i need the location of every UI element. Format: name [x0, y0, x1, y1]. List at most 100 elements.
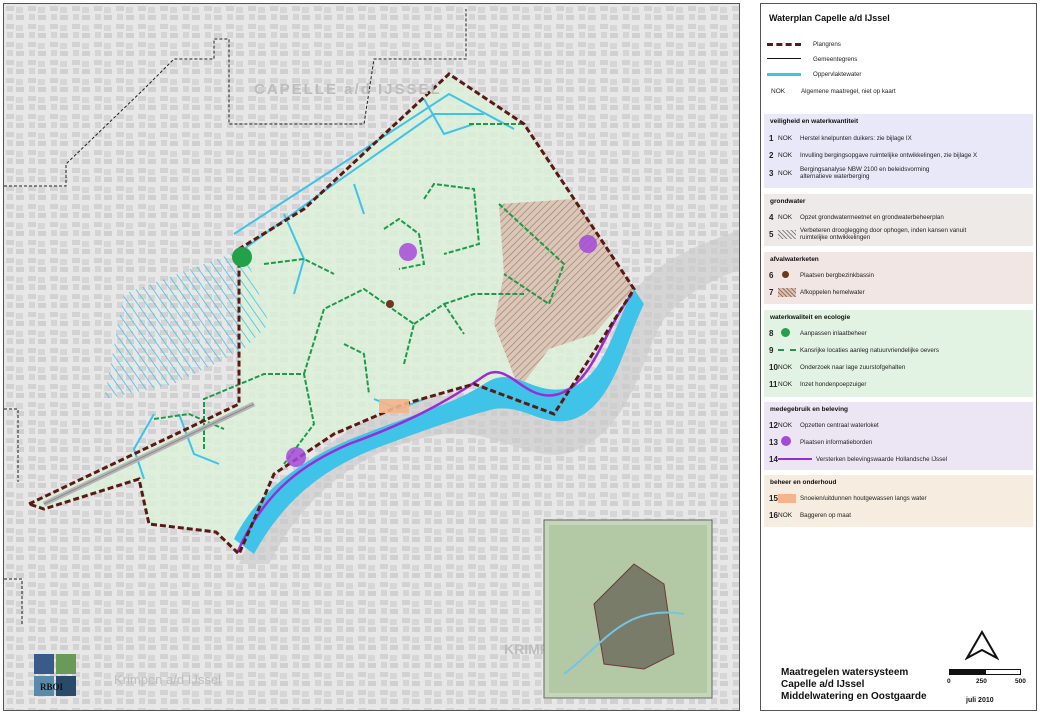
group-title: waterkwaliteit en ecologie: [770, 314, 851, 321]
purple-info-marker-1[interactable]: [399, 243, 417, 261]
legend-base-plangrens: Plangrens: [761, 36, 1036, 52]
scale-label-250: 250: [976, 678, 987, 685]
brown-dot-symbol: [778, 270, 800, 280]
item-number: 12: [769, 420, 778, 430]
item-number: 13: [769, 437, 778, 447]
footer-line-1: Maatregelen watersysteem: [781, 667, 909, 678]
legend-item-3: 3 NOK Bergingsanalyse NBW 2100 en beleid…: [764, 164, 1033, 182]
item-number: 2: [769, 150, 774, 160]
legend-label: Oppervlaktewater: [813, 70, 862, 78]
legend-item-14: 14 Versterken belevingswaarde Hollandsch…: [764, 451, 1033, 467]
item-label: Invulling bergingsopgave ruimtelijke ont…: [800, 151, 978, 159]
green-dot-symbol: [778, 327, 800, 339]
legend-group-beheer: beheer en onderhoud 15 Snoeien/uitdunnen…: [764, 475, 1033, 527]
legend-item-6: 6 Plaatsen bergbezinkbassin: [764, 267, 1033, 283]
nok-text: NOK: [778, 169, 793, 177]
nok-text: NOK: [778, 421, 793, 429]
legend-panel: Waterplan Capelle a/d IJssel Plangrens G…: [760, 3, 1037, 711]
item-number: 16: [769, 510, 778, 520]
legend-item-16: 16 NOK Baggeren op maat: [764, 507, 1033, 523]
legend-item-9: 9 Kansrijke locaties aanleg natuurvriend…: [764, 342, 1033, 358]
legend-item-12: 12 NOK Opzetten centraal waterloket: [764, 417, 1033, 433]
purple-info-marker-2[interactable]: [579, 235, 597, 253]
legend-title: Waterplan Capelle a/d IJssel: [769, 13, 890, 23]
scale-label-0: 0: [947, 678, 951, 685]
legend-item-2: 2 NOK Invulling bergingsopgave ruimtelij…: [764, 147, 1033, 163]
hatch-grey-symbol: [778, 229, 796, 239]
legend-item-5: 5 Verbeteren drooglegging door ophogen, …: [764, 225, 1033, 243]
legend-item-11: 11 NOK Inzet hondenpoepzuiger: [764, 376, 1033, 392]
purple-info-marker-3[interactable]: [286, 447, 306, 467]
item-number: 7: [769, 287, 774, 297]
footer-title: Maatregelen watersysteem Capelle a/d IJs…: [781, 667, 927, 703]
legend-group-waterkwaliteit: waterkwaliteit en ecologie 8 Aanpassen i…: [764, 310, 1033, 397]
item-label: Bergingsanalyse NBW 2100 en beleidsvormi…: [800, 166, 930, 180]
legend-item-1: 1 NOK Herstel knelpunten duikers: zie bi…: [764, 130, 1033, 146]
item-label: Onderzoek naar lage zuurstofgehalten: [800, 363, 906, 371]
group-title: afvalwaterketen: [770, 256, 819, 263]
plangrens-symbol: [761, 36, 813, 52]
legend-item-4: 4 NOK Opzet grondwatermeetnet en grondwa…: [764, 209, 1033, 225]
footer-line-3: Middelwatering en Oostgaarde: [781, 691, 927, 702]
orange-rect-symbol: [778, 493, 796, 503]
nok-text: NOK: [778, 134, 793, 142]
nok-text: NOK: [778, 213, 793, 221]
legend-item-13: 13 Plaatsen informatieborden: [764, 434, 1033, 450]
legend-base-water: Oppervlaktewater: [761, 66, 1036, 82]
purple-line-symbol: [778, 458, 812, 460]
legend-group-veiligheid: veiligheid en waterkwantiteit 1 NOK Hers…: [764, 114, 1033, 188]
gemeentegrens-symbol: [761, 51, 813, 67]
nok-text: NOK: [778, 380, 793, 388]
item-label: Herstel knelpunten duikers: zie bijlage …: [800, 134, 912, 142]
item-label: Aanpassen inlaatbeheer: [800, 329, 867, 337]
scale-bar: [949, 669, 1021, 675]
item-number: 15: [769, 493, 778, 503]
item-label: Inzet hondenpoepzuiger: [800, 380, 867, 388]
footer-line-2: Capelle a/d IJssel: [781, 679, 865, 690]
brown-bergbezink-marker[interactable]: [386, 300, 394, 308]
nok-text: NOK: [771, 87, 786, 95]
item-label: Plaatsen informatieborden: [800, 438, 873, 446]
legend-group-beleving: medegebruik en beleving 12 NOK Opzetten …: [764, 402, 1033, 470]
item-number: 5: [769, 229, 774, 239]
item-label: Baggeren op maat: [800, 511, 851, 519]
purple-dot-symbol: [778, 436, 800, 448]
item-number: 14: [769, 454, 778, 464]
green-dash-symbol: [778, 349, 796, 351]
item-label: Snoeien/uitdunnen houtgewassen langs wat…: [800, 494, 927, 502]
scale-label-500: 500: [1015, 678, 1026, 685]
group-title: veiligheid en waterkwantiteit: [770, 118, 859, 125]
nok-text: NOK: [778, 151, 793, 159]
inset-overview-map[interactable]: [543, 519, 713, 699]
logo-text: RBOI: [40, 682, 64, 692]
item-label: Opzet grondwatermeetnet en grondwaterbeh…: [800, 213, 944, 221]
orange-snoeien-area: [379, 399, 409, 413]
legend-group-grondwater: grondwater 4 NOK Opzet grondwatermeetnet…: [764, 194, 1033, 246]
item-number: 3: [769, 168, 774, 178]
legend-base-gemeentegrens: Gemeentegrens: [761, 51, 1036, 67]
place-label-capelle: CAPELLE a/d IJSSEL: [254, 81, 442, 98]
legend-label: Algemene maatregel, niet op kaart: [801, 87, 896, 95]
nok-text: NOK: [778, 363, 793, 371]
legend-item-8: 8 Aanpassen inlaatbeheer: [764, 325, 1033, 341]
legend-base-nok: NOK Algemene maatregel, niet op kaart: [761, 83, 1036, 99]
item-number: 9: [769, 345, 774, 355]
group-title: beheer en onderhoud: [770, 479, 837, 486]
item-label: Versterken belevingswaarde Hollandsche I…: [816, 455, 948, 463]
item-label: Verbeteren drooglegging door ophogen, in…: [800, 227, 967, 241]
date-label: juli 2010: [966, 697, 994, 704]
item-number: 10: [769, 362, 778, 372]
place-label-krimpen: Krimpen a/d IJssel: [114, 672, 221, 687]
nok-text: NOK: [778, 511, 793, 519]
group-title: grondwater: [770, 198, 806, 205]
nok-symbol: NOK: [761, 83, 801, 99]
item-number: 4: [769, 212, 774, 222]
map-panel[interactable]: CAPELLE a/d IJSSEL Krimpen a/d IJssel KR…: [3, 3, 740, 711]
map-canvas[interactable]: CAPELLE a/d IJSSEL Krimpen a/d IJssel KR…: [4, 4, 740, 711]
item-label: Kansrijke locaties aanleg natuurvriendel…: [800, 346, 939, 354]
item-number: 1: [769, 133, 774, 143]
green-inlaat-marker[interactable]: [232, 247, 252, 267]
legend-group-afvalwater: afvalwaterketen 6 Plaatsen bergbezinkbas…: [764, 252, 1033, 304]
item-label: Plaatsen bergbezinkbassin: [800, 271, 874, 279]
place-label-krimp: KRIMP: [504, 641, 549, 657]
